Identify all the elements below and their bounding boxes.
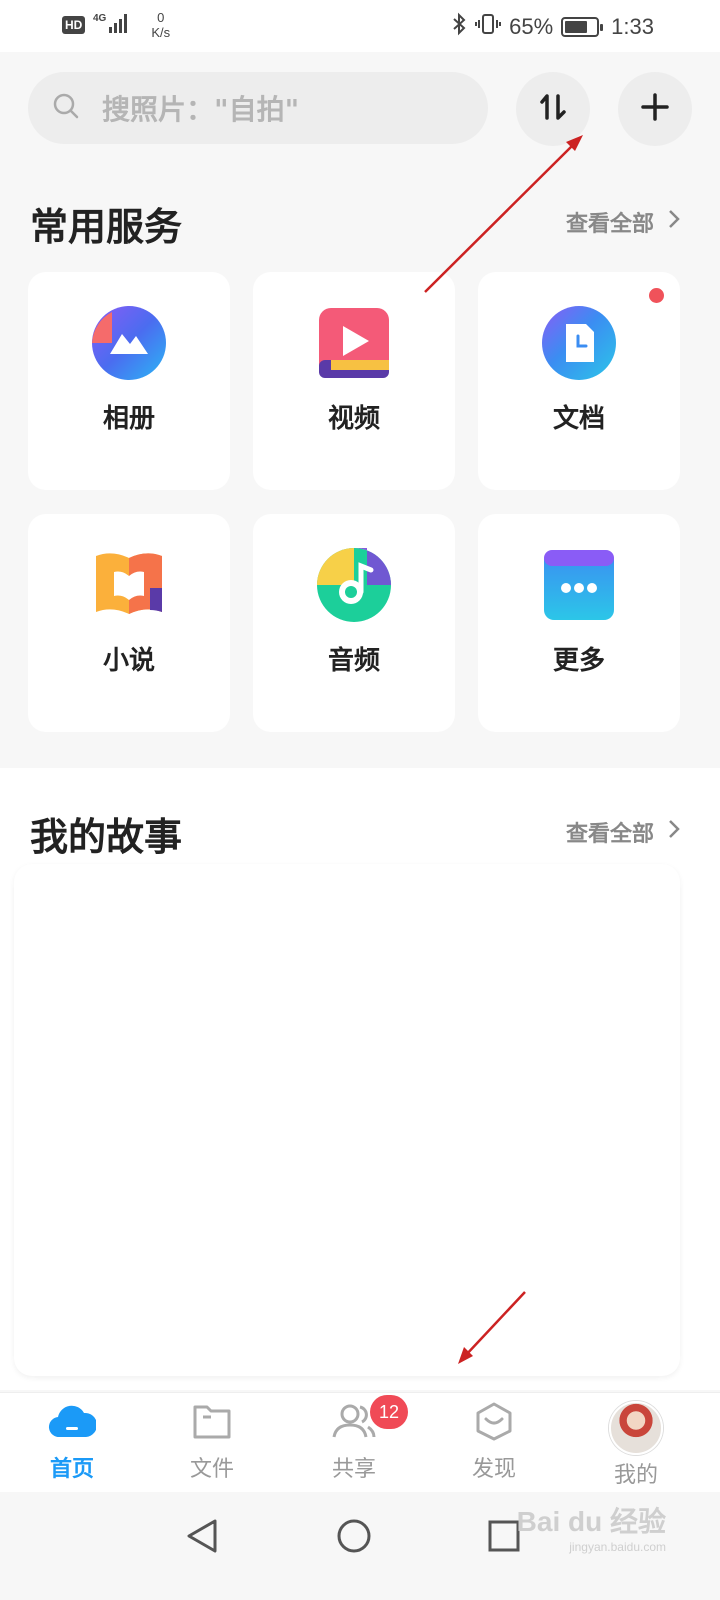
view-all-label: 查看全部	[565, 822, 654, 847]
nav-home-button[interactable]	[324, 1508, 384, 1568]
back-triangle-icon	[185, 1518, 219, 1558]
plus-icon	[641, 93, 669, 125]
stories-view-all[interactable]: 查看全部	[566, 816, 680, 848]
speed-unit: K/s	[151, 25, 171, 40]
story-card[interactable]	[14, 864, 680, 1376]
share-users-icon	[330, 1404, 378, 1445]
status-bar: HD 4G 0 K/s 65% 1:33	[0, 0, 720, 52]
service-album[interactable]: 相册	[28, 272, 230, 490]
service-document[interactable]: 文档	[478, 272, 680, 490]
home-circle-icon	[336, 1518, 372, 1558]
service-label: 相册	[102, 404, 155, 434]
notification-dot	[649, 288, 664, 303]
service-label: 文档	[552, 404, 605, 434]
service-audio[interactable]: 音频	[253, 514, 455, 732]
service-more[interactable]: 更多	[478, 514, 680, 732]
hd-indicator: HD	[62, 16, 86, 34]
avatar	[609, 1401, 663, 1455]
discover-icon	[473, 1402, 515, 1445]
tab-label: 我的	[613, 1463, 658, 1488]
signal-icon: 4G	[93, 11, 133, 39]
tab-label: 文件	[189, 1457, 234, 1482]
tab-label: 发现	[471, 1457, 516, 1482]
bottom-tab-bar: 首页 文件 共享 12 发现 我的	[0, 1392, 720, 1492]
clock: 1:33	[611, 14, 654, 39]
arrow-to-transfer-button	[424, 135, 583, 293]
up-down-arrows-icon	[538, 92, 568, 126]
stories-title: 我的故事	[30, 815, 183, 859]
search-bar[interactable]: 搜照片："自拍"	[28, 72, 488, 144]
watermark-text: Bai du 经验	[516, 1506, 666, 1537]
view-all-label: 查看全部	[565, 212, 654, 237]
tab-mine[interactable]: 我的	[586, 1401, 686, 1489]
tab-discover[interactable]: 发现	[444, 1401, 544, 1483]
service-label: 音频	[327, 646, 380, 676]
services-view-all[interactable]: 查看全部	[566, 206, 680, 238]
tab-label: 共享	[331, 1457, 376, 1482]
bluetooth-icon	[451, 12, 467, 42]
service-label: 小说	[102, 646, 155, 676]
folder-icon	[191, 1405, 233, 1445]
nav-back-button[interactable]	[172, 1508, 232, 1568]
search-icon	[52, 92, 80, 124]
service-label: 视频	[327, 404, 380, 434]
cloud-icon	[48, 1405, 98, 1445]
album-icon	[92, 306, 166, 380]
video-icon	[317, 306, 391, 380]
service-label: 更多	[552, 646, 605, 676]
status-right: 65% 1:33	[451, 12, 654, 42]
status-left: HD 4G 0 K/s	[62, 10, 170, 40]
speed-value: 0	[157, 10, 165, 25]
battery-percent: 65%	[509, 14, 554, 39]
add-button[interactable]	[618, 72, 692, 146]
audio-icon	[317, 548, 391, 622]
network-speed: 0 K/s	[151, 10, 170, 40]
search-placeholder: 搜照片："自拍"	[102, 93, 300, 126]
service-video[interactable]: 视频	[253, 272, 455, 490]
tab-files[interactable]: 文件	[162, 1401, 262, 1483]
chevron-right-icon	[668, 209, 680, 235]
network-type: 4G	[93, 13, 107, 24]
share-badge: 12	[370, 1395, 408, 1429]
novel-icon	[92, 548, 166, 622]
service-novel[interactable]: 小说	[28, 514, 230, 732]
chevron-right-icon	[668, 819, 680, 845]
more-icon	[542, 548, 616, 622]
watermark-sub: jingyan.baidu.com	[569, 1540, 666, 1554]
battery-icon	[561, 17, 604, 37]
document-icon	[542, 306, 616, 380]
tab-home[interactable]: 首页	[22, 1401, 122, 1483]
transfer-sort-button[interactable]	[516, 72, 590, 146]
tab-label: 首页	[49, 1457, 94, 1482]
baidu-jingyan-watermark: Bai du 经验 jingyan.baidu.com	[517, 1500, 666, 1554]
vibrate-icon	[475, 12, 502, 42]
services-title: 常用服务	[30, 205, 183, 249]
